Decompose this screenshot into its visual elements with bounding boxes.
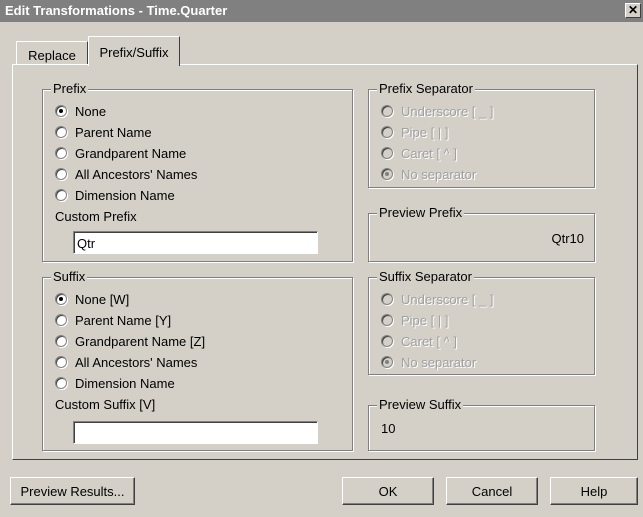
title-bar: Edit Transformations - Time.Quarter ✕ — [0, 0, 643, 22]
suffix-option-dimension-name[interactable]: Dimension Name — [55, 376, 175, 391]
preview-suffix-label: Preview Suffix — [377, 397, 464, 412]
preview-prefix-label: Preview Prefix — [377, 205, 465, 220]
prefix-sep-underscore-radio[interactable] — [381, 105, 393, 117]
prefix-grandparent-name-radio[interactable] — [55, 147, 67, 159]
prefix-dimension-name-label: Dimension Name — [75, 188, 175, 203]
suffix-sep-underscore-label: Underscore [ _ ] — [401, 292, 494, 307]
suffix-sep-none[interactable]: No separator — [381, 355, 476, 370]
suffix-option-none[interactable]: None [W] — [55, 292, 129, 307]
prefix-sep-pipe-label: Pipe [ | ] — [401, 125, 449, 140]
suffix-sep-pipe-label: Pipe [ | ] — [401, 313, 449, 328]
prefix-sep-caret-radio[interactable] — [381, 147, 393, 159]
custom-suffix-label: Custom Suffix [V] — [55, 397, 156, 412]
suffix-sep-caret-label: Caret [ ^ ] — [401, 334, 457, 349]
suffix-group: Suffix None [W] Parent Name [Y] Grandpar… — [42, 269, 353, 451]
prefix-sep-pipe-radio[interactable] — [381, 126, 393, 138]
prefix-suffix-panel: Prefix None Parent Name Grandparent Name… — [12, 64, 638, 460]
suffix-sep-pipe-radio[interactable] — [381, 314, 393, 326]
prefix-separator-label: Prefix Separator — [377, 81, 475, 96]
prefix-parent-name-radio[interactable] — [55, 126, 67, 138]
close-button[interactable]: ✕ — [625, 3, 641, 18]
suffix-parent-name-label: Parent Name [Y] — [75, 313, 172, 328]
suffix-sep-none-radio[interactable] — [381, 356, 393, 368]
custom-prefix-label: Custom Prefix — [55, 209, 137, 224]
suffix-option-grandparent-name[interactable]: Grandparent Name [Z] — [55, 334, 205, 349]
suffix-dimension-name-radio[interactable] — [55, 377, 67, 389]
suffix-grandparent-name-label: Grandparent Name [Z] — [75, 334, 206, 349]
suffix-all-ancestors-label: All Ancestors' Names — [75, 355, 198, 370]
prefix-group-label: Prefix — [51, 81, 89, 96]
suffix-parent-name-radio[interactable] — [55, 314, 67, 326]
prefix-sep-underscore[interactable]: Underscore [ _ ] — [381, 104, 494, 119]
suffix-sep-underscore-radio[interactable] — [381, 293, 393, 305]
suffix-sep-none-label: No separator — [401, 355, 477, 370]
prefix-all-ancestors-radio[interactable] — [55, 168, 67, 180]
suffix-sep-caret-radio[interactable] — [381, 335, 393, 347]
prefix-option-all-ancestors[interactable]: All Ancestors' Names — [55, 167, 197, 182]
suffix-none-radio[interactable] — [55, 293, 67, 305]
prefix-sep-caret[interactable]: Caret [ ^ ] — [381, 146, 457, 161]
custom-prefix-input[interactable]: Qtr — [73, 231, 318, 254]
prefix-sep-none-label: No separator — [401, 167, 477, 182]
prefix-option-dimension-name[interactable]: Dimension Name — [55, 188, 175, 203]
preview-suffix-value: 10 — [381, 421, 396, 436]
custom-suffix-input[interactable] — [73, 421, 318, 444]
prefix-group: Prefix None Parent Name Grandparent Name… — [42, 81, 353, 262]
ok-button[interactable]: OK — [342, 477, 434, 505]
suffix-sep-pipe[interactable]: Pipe [ | ] — [381, 313, 448, 328]
suffix-option-parent-name[interactable]: Parent Name [Y] — [55, 313, 171, 328]
suffix-grandparent-name-radio[interactable] — [55, 335, 67, 347]
prefix-separator-group: Prefix Separator Underscore [ _ ] Pipe [… — [368, 81, 595, 188]
preview-prefix-group: Preview Prefix Qtr10 — [368, 205, 595, 262]
tab-replace[interactable]: Replace — [16, 41, 88, 65]
preview-suffix-group: Preview Suffix 10 — [368, 397, 595, 451]
cancel-button[interactable]: Cancel — [446, 477, 538, 505]
prefix-option-parent-name[interactable]: Parent Name — [55, 125, 152, 140]
tab-prefix-suffix[interactable]: Prefix/Suffix — [88, 36, 180, 66]
suffix-sep-underscore[interactable]: Underscore [ _ ] — [381, 292, 494, 307]
prefix-none-radio[interactable] — [55, 105, 67, 117]
suffix-dimension-name-label: Dimension Name — [75, 376, 175, 391]
prefix-sep-none-radio[interactable] — [381, 168, 393, 180]
prefix-sep-pipe[interactable]: Pipe [ | ] — [381, 125, 448, 140]
window-title: Edit Transformations - Time.Quarter — [5, 3, 228, 18]
suffix-separator-group: Suffix Separator Underscore [ _ ] Pipe [… — [368, 269, 595, 375]
suffix-sep-caret[interactable]: Caret [ ^ ] — [381, 334, 457, 349]
suffix-option-all-ancestors[interactable]: All Ancestors' Names — [55, 355, 197, 370]
suffix-none-label: None [W] — [75, 292, 130, 307]
prefix-sep-caret-label: Caret [ ^ ] — [401, 146, 457, 161]
prefix-parent-name-label: Parent Name — [75, 125, 152, 140]
prefix-option-none[interactable]: None — [55, 104, 106, 119]
preview-prefix-value: Qtr10 — [551, 231, 584, 246]
suffix-separator-label: Suffix Separator — [377, 269, 474, 284]
prefix-option-grandparent-name[interactable]: Grandparent Name — [55, 146, 186, 161]
prefix-dimension-name-radio[interactable] — [55, 189, 67, 201]
help-button[interactable]: Help — [550, 477, 638, 505]
suffix-group-label: Suffix — [51, 269, 88, 284]
preview-results-button[interactable]: Preview Results... — [10, 477, 135, 505]
suffix-all-ancestors-radio[interactable] — [55, 356, 67, 368]
prefix-grandparent-name-label: Grandparent Name — [75, 146, 187, 161]
prefix-all-ancestors-label: All Ancestors' Names — [75, 167, 198, 182]
prefix-none-label: None — [75, 104, 107, 119]
prefix-sep-none[interactable]: No separator — [381, 167, 476, 182]
prefix-sep-underscore-label: Underscore [ _ ] — [401, 104, 494, 119]
